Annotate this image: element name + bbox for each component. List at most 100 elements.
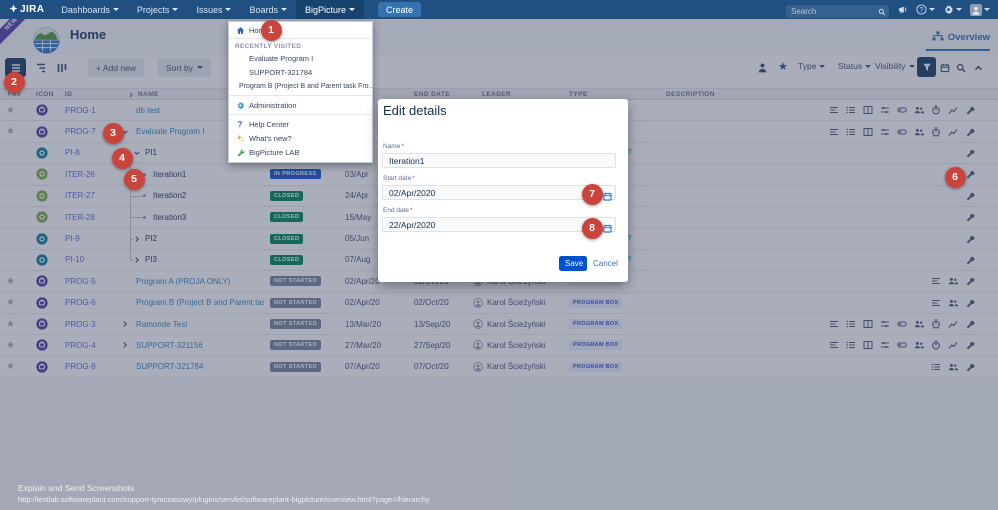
box-settings-wrench-icon[interactable] (965, 191, 975, 201)
row-id-link[interactable]: PI-10 (65, 255, 84, 264)
menu-item-home[interactable]: Home (229, 22, 372, 39)
resources-sliders-icon[interactable] (880, 105, 890, 115)
status-filter-button[interactable]: Status (838, 61, 872, 71)
favorite-star-icon[interactable]: ★ (6, 340, 15, 351)
roadmap-capsule-icon[interactable] (897, 105, 907, 115)
menu-item-help-center[interactable]: ? Help Center (229, 117, 372, 131)
expand-chevron-down-icon[interactable] (133, 149, 141, 157)
visibility-filter-button[interactable]: Visibility (875, 61, 915, 71)
expand-chevron-right-icon[interactable] (133, 235, 141, 243)
teams-icon[interactable] (914, 319, 924, 329)
box-settings-wrench-icon[interactable] (965, 105, 975, 115)
roadmap-capsule-icon[interactable] (897, 340, 907, 350)
table-row[interactable]: ★ PROG-4 SUPPORT-321156 NOT STARTED 27/Mar/2… (0, 335, 998, 357)
menu-item-recent-support-321784[interactable]: SUPPORT-321784 (229, 65, 372, 79)
settings-gear-button[interactable] (943, 4, 962, 15)
resources-sliders-icon[interactable] (880, 340, 890, 350)
resources-sliders-icon[interactable] (880, 319, 890, 329)
row-name-link[interactable]: Iteration3 (153, 213, 186, 222)
add-new-button[interactable]: + Add new (88, 58, 144, 77)
expand-chevron-right-icon[interactable] (121, 320, 129, 328)
help-menu-button[interactable]: ? (916, 4, 935, 15)
row-name-link[interactable]: Ramonde Test (136, 320, 187, 329)
view-mode-tree-button[interactable] (30, 58, 51, 77)
search-icon[interactable] (878, 3, 886, 21)
jira-logo[interactable]: JIRA (9, 3, 44, 16)
user-avatar-button[interactable] (970, 3, 990, 16)
board-columns-icon[interactable] (863, 105, 873, 115)
row-id-link[interactable]: PROG-8 (65, 362, 96, 371)
tracking-timer-icon[interactable] (931, 105, 941, 115)
row-id-link[interactable]: ITER-28 (65, 213, 95, 222)
search-input[interactable] (786, 4, 889, 18)
expand-chevron-right-icon[interactable] (121, 341, 129, 349)
row-name-link[interactable]: Iteration2 (153, 191, 186, 200)
box-settings-wrench-icon[interactable] (965, 340, 975, 350)
board-columns-icon[interactable] (863, 340, 873, 350)
wbs-rows-icon[interactable] (931, 298, 941, 308)
wbs-rows-icon[interactable] (931, 276, 941, 286)
board-columns-icon[interactable] (863, 319, 873, 329)
calendar-icon[interactable] (940, 60, 950, 78)
assignee-filter-icon[interactable] (757, 60, 768, 78)
row-id-link[interactable]: PI-9 (65, 234, 80, 243)
favorites-filter-icon[interactable]: ★ (778, 60, 788, 73)
teams-icon[interactable] (914, 127, 924, 137)
row-id-link[interactable]: PROG-3 (65, 320, 96, 329)
row-name-link[interactable]: Program B (Project B and Parent task F (136, 298, 264, 307)
nav-item-bigpicture[interactable]: BigPicture (295, 0, 365, 19)
box-settings-wrench-icon[interactable] (965, 298, 975, 308)
tracking-timer-icon[interactable] (931, 340, 941, 350)
backlog-list-icon[interactable] (846, 127, 856, 137)
filter-funnel-button[interactable] (917, 57, 936, 77)
roadmap-capsule-icon[interactable] (897, 127, 907, 137)
teams-icon[interactable] (948, 276, 958, 286)
teams-icon[interactable] (914, 105, 924, 115)
row-name-link[interactable]: PI2 (145, 234, 157, 243)
box-settings-wrench-icon[interactable] (965, 234, 975, 244)
row-id-link[interactable]: ITER-26 (65, 170, 95, 179)
row-name-link[interactable]: Program A (PROJA ONLY) (136, 277, 231, 286)
box-settings-wrench-icon[interactable] (965, 255, 975, 265)
view-mode-columns-button[interactable] (51, 58, 72, 77)
row-id-link[interactable]: PROG-5 (65, 277, 96, 286)
menu-item-whats-new[interactable]: What's new? (229, 131, 372, 145)
box-settings-wrench-icon[interactable] (965, 362, 975, 372)
sort-by-button[interactable]: Sort by (158, 58, 211, 77)
column-end-date[interactable]: END DATE (414, 91, 450, 98)
column-type[interactable]: TYPE (569, 91, 588, 98)
menu-item-recent-program-b[interactable]: Program B (Project B and Parent task Fro… (229, 79, 372, 93)
cancel-button[interactable]: Cancel (593, 259, 618, 268)
row-name-link[interactable]: Iteration1 (153, 170, 186, 179)
board-columns-icon[interactable] (863, 127, 873, 137)
search-table-icon[interactable] (956, 60, 966, 78)
reports-chart-icon[interactable] (948, 340, 958, 350)
reports-chart-icon[interactable] (948, 105, 958, 115)
calendar-picker-icon[interactable] (603, 188, 612, 206)
menu-item-administration[interactable]: Administration (229, 98, 372, 112)
tracking-timer-icon[interactable] (931, 126, 941, 137)
row-id-link[interactable]: PI-8 (65, 148, 80, 157)
box-settings-wrench-icon[interactable] (965, 148, 975, 158)
column-icon[interactable]: ICON (36, 91, 54, 98)
menu-item-bigpicture-lab[interactable]: BigPicture LAB (229, 145, 372, 159)
row-id-link[interactable]: PROG-7 (65, 127, 96, 136)
table-row[interactable]: ★ PROG-8 SUPPORT-321784 NOT STARTED 07/Apr/2… (0, 356, 998, 379)
favorite-star-icon[interactable]: ★ (6, 105, 15, 116)
column-name[interactable]: NAME (138, 91, 159, 98)
teams-icon[interactable] (914, 340, 924, 350)
favorite-star-icon[interactable]: ★ (6, 297, 15, 308)
reports-chart-icon[interactable] (948, 319, 958, 329)
nav-item-boards[interactable]: Boards (240, 0, 296, 19)
column-id[interactable]: ID (65, 91, 72, 98)
box-settings-wrench-icon[interactable] (965, 169, 975, 179)
table-row[interactable]: ★ PROG-6 Program B (Project B and Parent t… (0, 292, 998, 314)
favorite-star-icon[interactable]: ★ (6, 126, 15, 137)
box-settings-wrench-icon[interactable] (965, 212, 975, 222)
column-leader[interactable]: LEADER (482, 91, 511, 98)
name-field[interactable] (382, 153, 616, 168)
tab-overview[interactable]: Overview (932, 31, 990, 44)
create-button[interactable]: Create (378, 2, 422, 17)
row-id-link[interactable]: PROG-6 (65, 298, 96, 307)
box-settings-wrench-icon[interactable] (965, 319, 975, 329)
